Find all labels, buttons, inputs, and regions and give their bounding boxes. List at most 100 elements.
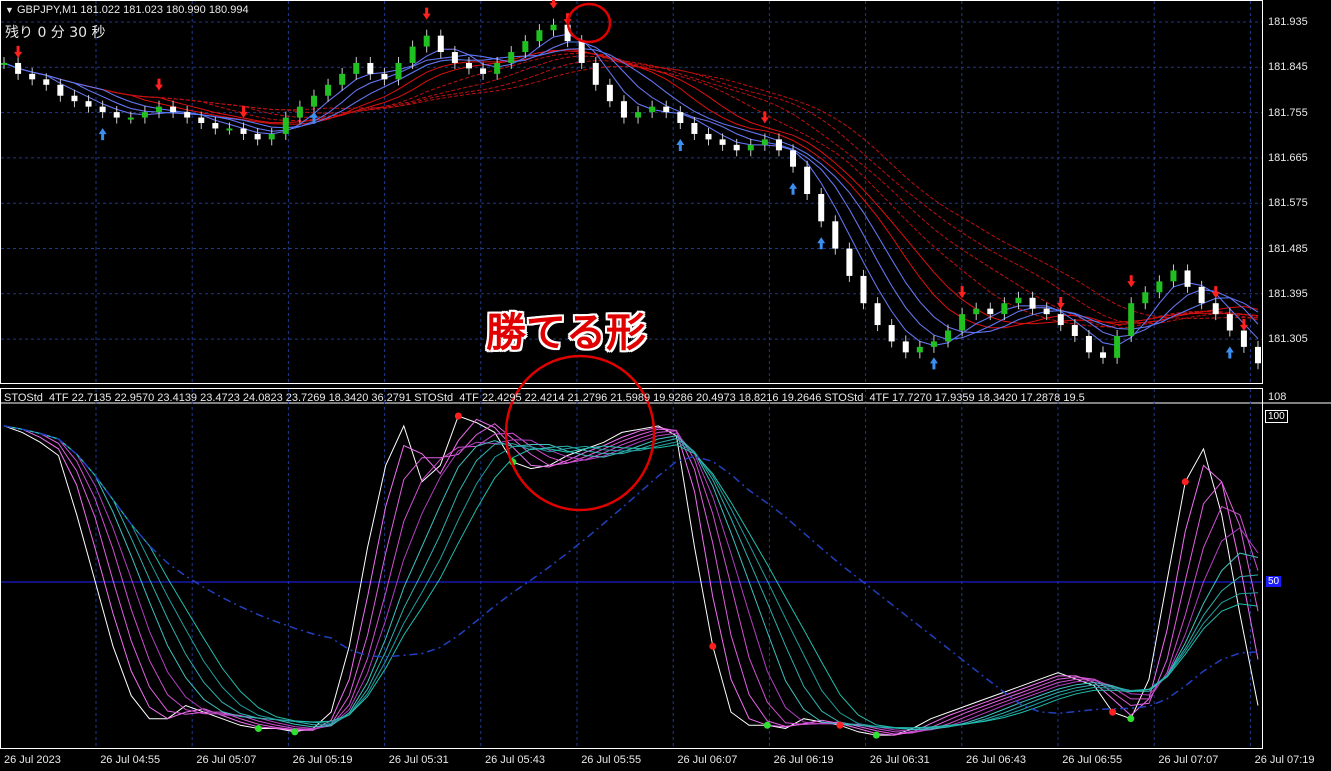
candle-body xyxy=(57,84,64,96)
candle-body xyxy=(1184,270,1191,287)
candle-body xyxy=(790,150,797,167)
time-tick-label: 26 Jul 05:07 xyxy=(196,754,257,766)
candle-body xyxy=(71,95,78,102)
candle-body xyxy=(1156,281,1163,293)
candle-body xyxy=(606,84,613,102)
sell-signal-dot xyxy=(1181,478,1189,486)
symbol-info: GBPJPY,M1 181.022 181.023 180.990 180.99… xyxy=(16,4,249,16)
time-tick-label: 26 Jul 05:43 xyxy=(485,754,545,766)
candle-body xyxy=(43,79,50,85)
buy-signal-dot xyxy=(872,731,880,739)
candle-body xyxy=(15,62,22,74)
time-tick-label: 26 Jul 06:55 xyxy=(1062,754,1123,766)
candle-body xyxy=(170,106,177,113)
candle-body xyxy=(1015,297,1022,304)
candle-body xyxy=(888,325,895,342)
chart-canvas[interactable] xyxy=(0,0,1331,771)
candle-body xyxy=(860,275,867,304)
buy-arrow-icon xyxy=(817,237,826,250)
highlight-circle xyxy=(566,2,612,44)
candle-body xyxy=(353,62,360,74)
time-tick-label: 26 Jul 06:31 xyxy=(869,754,930,766)
indicator-label: STOStd_4TF 22.7135 22.9570 23.4139 23.47… xyxy=(4,392,1085,404)
sell-signal-dot xyxy=(1109,708,1117,716)
buy-arrow-icon xyxy=(1225,346,1234,359)
sell-signal-dot xyxy=(709,642,717,650)
candle-body xyxy=(226,128,233,131)
time-tick-label: 26 Jul 2023 xyxy=(4,754,61,766)
candle-body xyxy=(85,101,92,107)
buy-arrow-icon xyxy=(929,357,938,370)
candle-body xyxy=(29,73,36,80)
candle-body xyxy=(818,194,825,222)
time-tick-label: 26 Jul 06:19 xyxy=(773,754,834,766)
sell-signal-dot xyxy=(454,412,462,420)
time-tick-label: 26 Jul 04:55 xyxy=(100,754,161,766)
indicator-top-label: 100 xyxy=(1265,410,1288,423)
candle-body xyxy=(1142,292,1149,304)
candle-body xyxy=(733,144,740,151)
candle-body xyxy=(719,139,726,145)
buy-signal-dot xyxy=(1127,715,1135,723)
buy-arrow-icon xyxy=(98,128,107,141)
candle-body xyxy=(494,62,501,74)
price-tick-label: 181.665 xyxy=(1268,151,1308,164)
ma-red-dashed-line xyxy=(3,62,1259,319)
candle-body xyxy=(945,330,952,342)
price-tick-label: 181.485 xyxy=(1268,242,1308,255)
price-tick-label: 181.395 xyxy=(1268,287,1308,300)
candle-body xyxy=(268,133,275,140)
candle-body xyxy=(522,41,529,53)
candle-body xyxy=(1198,286,1205,304)
sell-arrow-icon xyxy=(154,78,163,91)
candle-body xyxy=(987,308,994,315)
candle-body xyxy=(1128,303,1135,336)
candle-body xyxy=(395,62,402,80)
stoch-line xyxy=(3,423,1259,735)
candle-body xyxy=(99,106,106,113)
candle-body xyxy=(959,314,966,331)
candle-body xyxy=(973,308,980,315)
candle-body xyxy=(578,41,585,63)
candle-body xyxy=(902,341,909,353)
candle-body xyxy=(1226,314,1233,331)
candle-body xyxy=(1100,352,1107,358)
dropdown-triangle-icon[interactable]: ▼ xyxy=(5,5,14,15)
candle-body xyxy=(1,62,7,65)
time-tick-label: 26 Jul 05:55 xyxy=(581,754,642,766)
time-tick-label: 26 Jul 06:43 xyxy=(966,754,1026,766)
candle-body xyxy=(916,346,923,353)
candle-body xyxy=(465,62,472,69)
candle-body xyxy=(451,52,458,63)
time-tick-label: 26 Jul 05:31 xyxy=(388,754,449,766)
symbol-header: ▼ GBPJPY,M1 181.022 181.023 180.990 180.… xyxy=(5,4,249,16)
sell-arrow-icon xyxy=(1127,275,1136,288)
candle-body xyxy=(677,112,684,124)
candle-body xyxy=(592,62,599,85)
candle-body xyxy=(747,144,754,151)
candle-body xyxy=(1029,297,1036,309)
candle-body xyxy=(480,68,487,74)
buy-arrow-icon xyxy=(676,139,685,152)
sell-arrow-icon xyxy=(958,286,967,299)
price-tick-label: 181.305 xyxy=(1268,333,1308,346)
candle-body xyxy=(184,112,191,118)
candle-body xyxy=(1043,308,1050,315)
candle-body xyxy=(1212,303,1219,315)
candle-body xyxy=(254,133,261,140)
candle-body xyxy=(649,106,656,113)
candle-body xyxy=(705,133,712,140)
price-tick-label: 181.935 xyxy=(1268,16,1308,28)
candle-body xyxy=(437,35,444,53)
candle-body xyxy=(296,106,303,118)
candle-body xyxy=(804,166,811,194)
candle-body xyxy=(1085,335,1092,353)
indicator-max-label: 108 xyxy=(1268,391,1287,403)
price-tick-label: 181.845 xyxy=(1268,61,1308,74)
candle-body xyxy=(409,46,416,63)
candle-body xyxy=(1170,270,1177,282)
candle-body xyxy=(1240,330,1247,347)
candle-body xyxy=(930,341,937,347)
candle-body xyxy=(310,95,317,107)
candle-body xyxy=(635,112,642,118)
